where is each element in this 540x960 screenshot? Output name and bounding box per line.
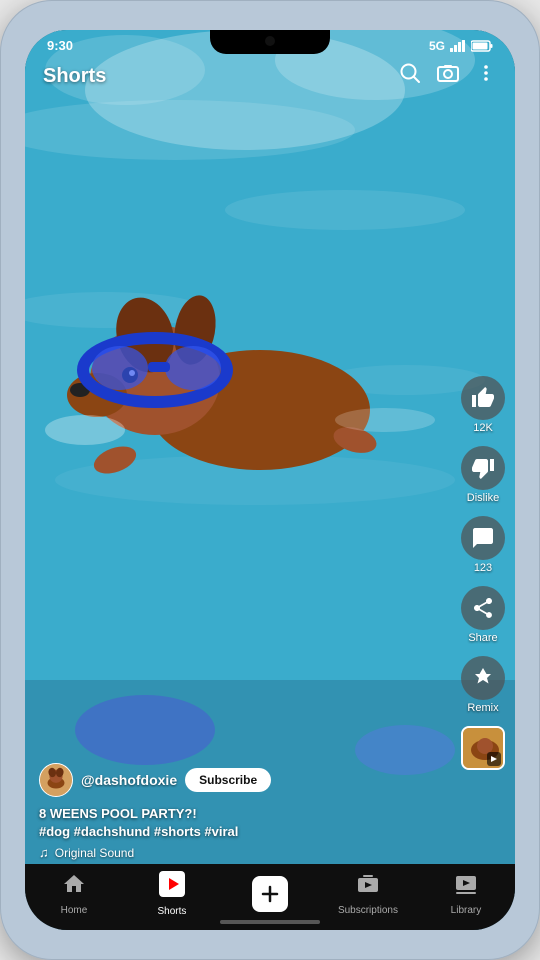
sound-name: Original Sound bbox=[55, 846, 134, 860]
app-bar-action-icons bbox=[399, 62, 497, 90]
app-bar: Shorts bbox=[25, 54, 515, 98]
nav-shorts-label: Shorts bbox=[158, 906, 187, 917]
status-icons: 5G bbox=[429, 39, 493, 53]
like-count: 12K bbox=[473, 422, 493, 434]
home-indicator bbox=[220, 920, 320, 924]
nav-item-home[interactable]: Home bbox=[44, 872, 104, 916]
channel-name[interactable]: @dashofdoxie bbox=[81, 772, 177, 788]
share-button[interactable]: Share bbox=[461, 586, 505, 644]
next-video-preview[interactable] bbox=[461, 726, 505, 770]
notch bbox=[210, 30, 330, 54]
video-sound-row[interactable]: ♫ Original Sound bbox=[39, 845, 450, 860]
dislike-button[interactable]: Dislike bbox=[461, 446, 505, 504]
pool-video-svg bbox=[25, 30, 515, 870]
like-button[interactable]: 12K bbox=[461, 376, 505, 434]
nav-home-label: Home bbox=[61, 905, 88, 916]
remix-button[interactable]: Remix bbox=[461, 656, 505, 714]
more-options-icon[interactable] bbox=[475, 62, 497, 90]
subscriptions-icon bbox=[356, 872, 380, 902]
channel-avatar[interactable] bbox=[39, 763, 73, 797]
app-bar-title: Shorts bbox=[43, 65, 106, 88]
library-icon bbox=[454, 872, 478, 902]
channel-row: @dashofdoxie Subscribe bbox=[39, 763, 450, 797]
video-title: 8 WEENS POOL PARTY?! #dog #dachshund #sh… bbox=[39, 805, 450, 841]
nav-item-library[interactable]: Library bbox=[436, 872, 496, 916]
thumbnail-play-icon bbox=[487, 752, 501, 766]
volume-up-button bbox=[0, 218, 1, 273]
remix-icon bbox=[461, 656, 505, 700]
phone-screen: 9:30 5G Shorts bbox=[25, 30, 515, 930]
status-time: 9:30 bbox=[47, 38, 73, 53]
signal-icon: 5G bbox=[429, 39, 445, 53]
nav-library-label: Library bbox=[451, 905, 482, 916]
nav-item-shorts[interactable]: Shorts bbox=[142, 871, 202, 917]
search-icon[interactable] bbox=[399, 62, 421, 90]
remix-label: Remix bbox=[467, 702, 498, 714]
share-icon bbox=[461, 586, 505, 630]
signal-bars-icon bbox=[450, 40, 466, 52]
create-icon bbox=[252, 876, 288, 912]
comment-icon bbox=[461, 516, 505, 560]
dislike-icon bbox=[461, 446, 505, 490]
phone-frame: 9:30 5G Shorts bbox=[0, 0, 540, 960]
nav-item-subscriptions[interactable]: Subscriptions bbox=[338, 872, 398, 916]
mute-button bbox=[0, 170, 1, 205]
subscribe-button[interactable]: Subscribe bbox=[185, 768, 271, 792]
battery-icon bbox=[471, 40, 493, 52]
like-icon bbox=[461, 376, 505, 420]
camera-icon[interactable] bbox=[437, 62, 459, 90]
nav-subscriptions-label: Subscriptions bbox=[338, 905, 398, 916]
share-label: Share bbox=[468, 632, 497, 644]
thumbnail-image bbox=[461, 726, 505, 770]
action-buttons-panel: 12K Dislike 123 bbox=[461, 376, 505, 770]
nav-item-create[interactable] bbox=[240, 876, 300, 912]
music-note-icon: ♫ bbox=[39, 845, 49, 860]
video-info-overlay: @dashofdoxie Subscribe 8 WEENS POOL PART… bbox=[39, 763, 450, 860]
comments-button[interactable]: 123 bbox=[461, 516, 505, 574]
volume-down-button bbox=[0, 282, 1, 337]
shorts-icon bbox=[159, 871, 185, 903]
home-icon bbox=[62, 872, 86, 902]
dislike-label: Dislike bbox=[467, 492, 499, 504]
comment-count: 123 bbox=[474, 562, 492, 574]
